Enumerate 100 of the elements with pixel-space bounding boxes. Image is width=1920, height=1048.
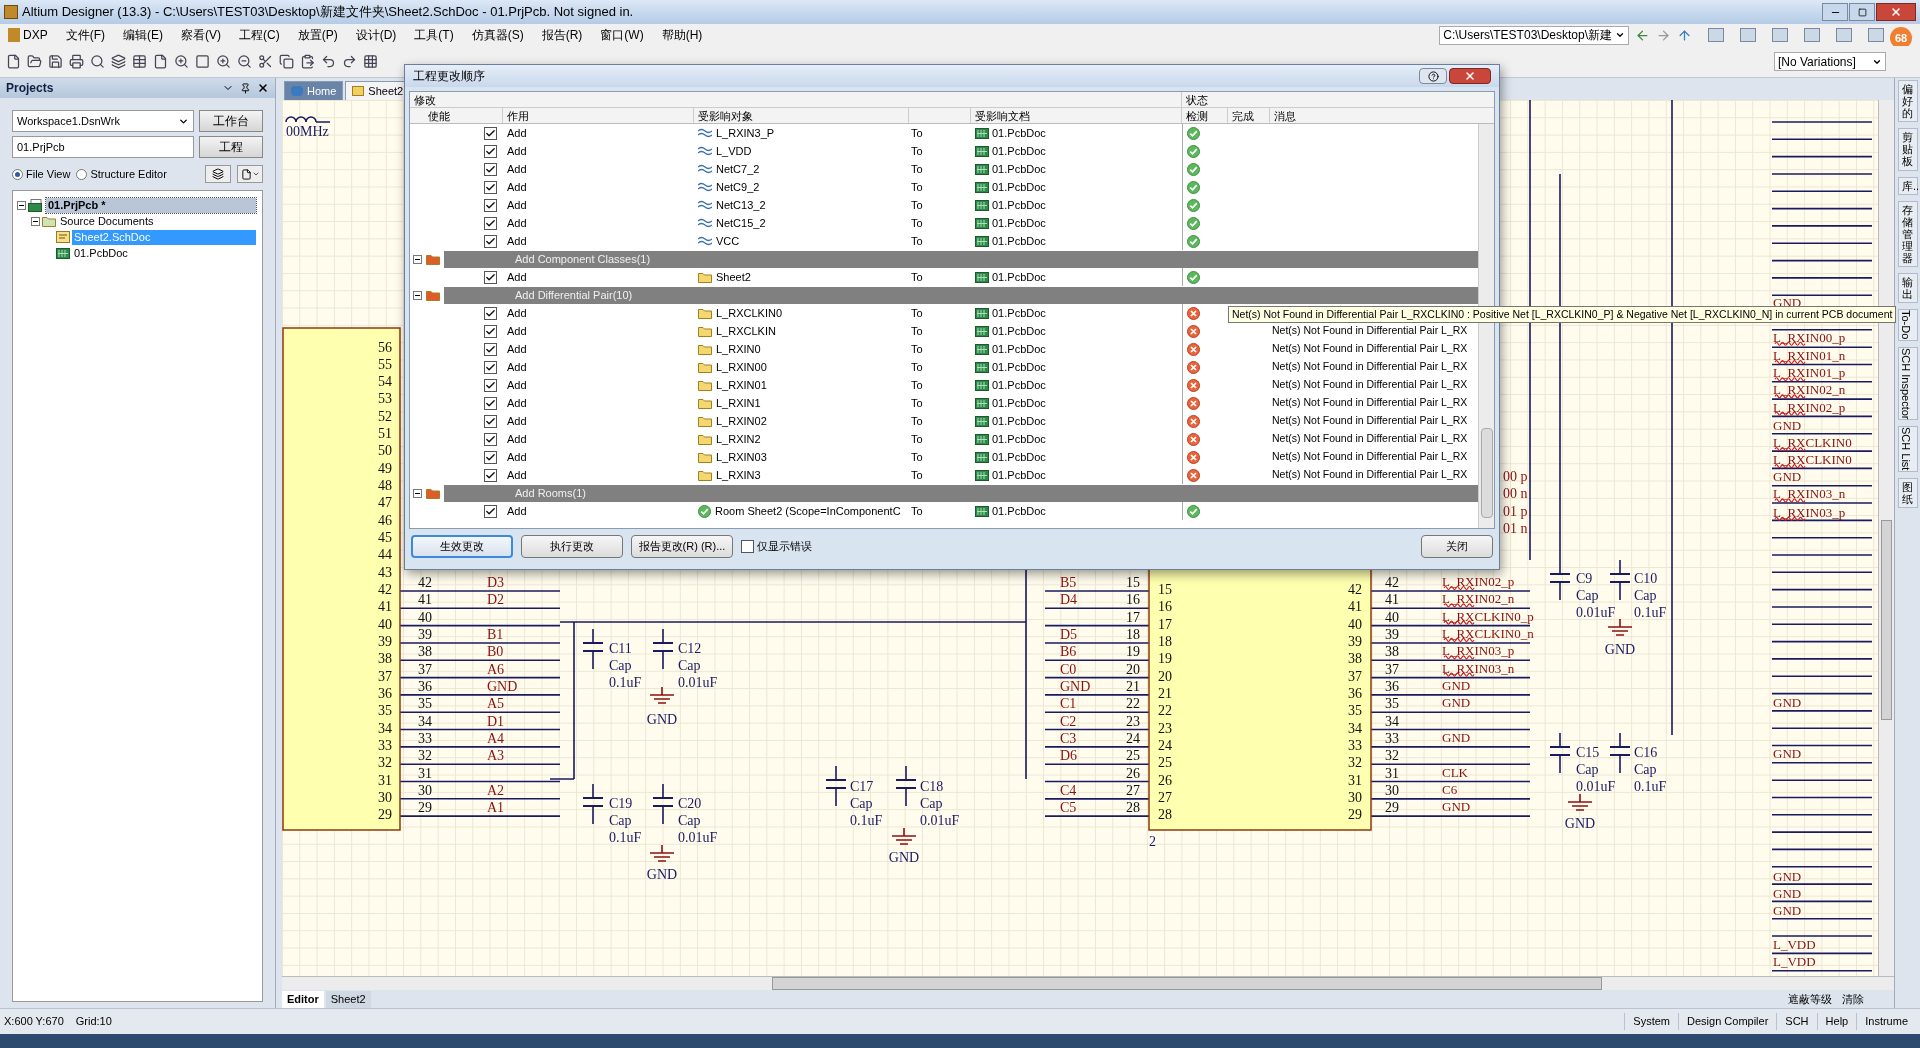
net-label: D5 [1060,626,1078,642]
pin-number: 42 [378,582,392,597]
net-label: GND [1604,642,1636,657]
component-type: Cap [920,796,943,811]
component-value: 0.1uF [1634,605,1667,620]
table-cell-text: To [910,269,924,285]
table-cell-text: Add [506,467,528,483]
pin-number: 22 [1158,703,1172,719]
table-cell-text: NetC9_2 [716,179,760,195]
table-cell-text: To [910,233,924,249]
net-label: D2 [487,592,505,608]
pin-number: 34 [418,713,432,729]
table-cell-text: L_RXIN00 [716,359,767,375]
table-cell-text: L_RXIN03 [716,449,767,465]
pin-number: 40 [418,609,432,625]
pin-number: 43 [378,564,392,580]
net-label: A5 [487,696,505,712]
pin-number: 37 [1348,668,1362,684]
pin-number: 23 [1158,720,1172,736]
pin-number: 45 [378,530,392,545]
pin-number: 21 [1158,685,1172,701]
net-label: GND [1773,746,1802,762]
pin-number: 54 [378,374,392,390]
component-type: Cap [678,813,701,828]
pin-number: 40 [1385,609,1399,625]
table-cell-text: L_VDD [716,143,752,159]
table-cell-text: Add [506,377,528,393]
component-type: Cap [1576,588,1599,603]
table-cell-text: 01.PcbDoc [992,179,1046,195]
pin-number: 33 [1348,737,1362,753]
pin-number: 25 [1158,755,1172,771]
net-label: L_RXIN03_p [1442,643,1515,660]
table-cell-text: To [910,161,924,177]
panel-title: Projects [6,80,54,97]
cursor-coordinates: X:600 Y:670 [4,1014,64,1030]
table-cell-text: 01.PcbDoc [992,323,1046,339]
table-cell-text: Add [506,431,528,447]
table-cell-text: L_RXIN02 [716,413,767,429]
net-label: GND [1773,469,1802,485]
net-label: GND [1773,417,1802,433]
pin-number: 34 [1348,720,1362,736]
pin-number: 31 [1348,772,1362,788]
table-cell-text: Add [506,143,528,159]
table-cell-text: To [910,467,924,483]
net-label: C4 [1060,782,1077,798]
pin-number: 25 [1126,748,1140,764]
component-type: Cap [678,658,701,673]
component-value: 0.01uF [920,813,960,828]
pin-number: 32 [418,748,432,764]
tooltip: Net(s) Not Found in Differential Pair L_RXCLKIN0 : Positive Net [L_RXCLKIN0_P] & Negative Net [L_RXCLKIN0_N] in current PCB document [1228,306,1897,323]
table-cell-text: NetC7_2 [716,161,760,177]
pin-number: 38 [1348,651,1362,667]
table-cell-text: L_RXCLKIN [716,323,776,339]
table-cell-text: NetC13_2 [716,197,766,213]
pin-number: 41 [378,599,392,615]
net-label: A6 [487,661,505,677]
net-label: GND [1442,677,1471,693]
pin-number: 31 [378,772,392,788]
table-cell-text: To [910,359,924,375]
pin-number: 42 [418,575,432,590]
pin-number: 19 [1126,644,1140,660]
table-cell-text: To [910,215,924,231]
pin-number: 29 [1348,807,1362,823]
table-cell-text: Add [506,359,528,375]
net-label: 00 n [1503,486,1528,501]
table-cell-text: Add [506,413,528,429]
net-label: 00 p [1503,469,1528,484]
pin-number: 33 [418,730,432,746]
pin-number: 28 [1126,800,1140,816]
pin-number: 34 [1385,713,1399,729]
table-cell-text: NetC15_2 [716,215,766,231]
pin-number: 36 [418,678,432,694]
component-value: 0.1uF [609,675,642,690]
net-label: L_RXCLKIN0 [1773,452,1852,469]
pin-number: 35 [1348,703,1362,719]
table-cell-text: Add [506,323,528,339]
net-label: L_RXIN02_n [1442,591,1515,608]
pin-number: 35 [418,696,432,712]
table-cell-text: Add [506,215,528,231]
pin-number: 36 [378,685,392,701]
table-cell-text: 01.PcbDoc [992,305,1046,321]
table-cell-text: L_RXIN1 [716,395,761,411]
table-cell-text: VCC [716,233,740,249]
component-value: 0.01uF [1576,605,1616,620]
table-cell-text: 01.PcbDoc [992,467,1046,483]
pin-number: 28 [1158,807,1172,823]
net-label: A3 [487,748,505,764]
net-label: GND [1564,816,1596,831]
pin-number: 17 [1126,609,1140,625]
dialog-title: 工程更改顺序 [413,68,485,85]
table-cell-text: 01.PcbDoc [992,125,1046,141]
net-label: GND [1773,868,1802,884]
pin-number: 44 [378,547,392,563]
pin-number: 20 [1158,668,1172,684]
group-header: 修改 [410,92,1182,107]
grid-size: Grid:10 [75,1014,112,1030]
pin-number: 42 [1385,575,1399,590]
net-label: L_RXCLKIN0_p [1442,608,1534,625]
table-cell-text: L_RXIN2 [716,431,761,447]
pin-number: 34 [378,720,392,736]
